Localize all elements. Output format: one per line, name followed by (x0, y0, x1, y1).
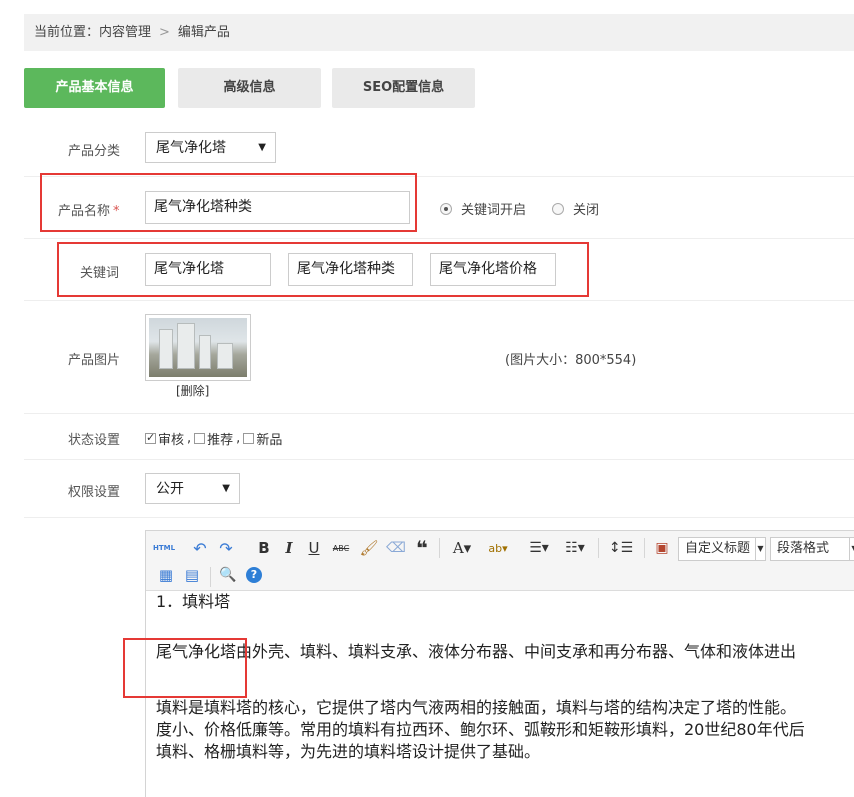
permission-select-value: 公开 (156, 481, 184, 497)
chevron-down-icon: ▼ (258, 142, 266, 153)
bold-button[interactable]: B (254, 537, 274, 559)
undo-icon[interactable]: ↶ (190, 537, 210, 559)
media-icon[interactable]: ▤ (181, 564, 203, 586)
checkbox-audit[interactable] (145, 431, 156, 444)
breadcrumb-page: 编辑产品 (177, 25, 230, 40)
row-divider (24, 413, 854, 414)
eraser-icon[interactable]: ⌫ (385, 537, 407, 559)
html-source-button[interactable]: HTML (152, 537, 176, 559)
row-divider (24, 238, 854, 239)
keyword-on-radio[interactable]: 关键词开启 (440, 199, 526, 218)
content-paragraph-1: 尾气净化塔由外壳、填料、填料支承、液体分布器、中间支承和再分布器、气体和液体进出 (156, 642, 797, 661)
required-mark: * (113, 204, 120, 219)
line-height-icon[interactable]: ↕☰ (606, 537, 636, 559)
permission-select[interactable]: 公开 ▼ (145, 473, 240, 504)
strikethrough-button[interactable]: ABC (330, 537, 352, 559)
category-select[interactable]: 尾气净化塔 ▼ (145, 132, 276, 163)
status-options: 审核, 推荐, 新品 (145, 429, 282, 448)
tab-advanced-info[interactable]: 高级信息 (178, 68, 321, 108)
highlight-box-content-keyword (123, 638, 247, 698)
underline-button[interactable]: U (304, 537, 324, 559)
image-label: 产品图片 (68, 353, 121, 368)
redo-icon[interactable]: ↷ (216, 537, 236, 559)
checkbox-recommend[interactable] (194, 433, 206, 444)
ordered-list-icon[interactable]: ☰▾ (524, 537, 554, 559)
product-name-input[interactable]: 尾气净化塔种类 (145, 191, 410, 224)
product-image-thumbnail[interactable] (145, 314, 251, 381)
tower-shape (217, 343, 233, 369)
image-size-note: (图片大小：800*554) (505, 353, 637, 368)
highlight-color-icon[interactable]: ab▾ (482, 537, 514, 559)
tower-shape (177, 323, 195, 369)
row-divider (24, 517, 854, 518)
editor-toolbar: HTML ↶ ↷ B I U ABC 🖌 ⌫ ❝ A▾ ab▾ ☰▾ ☷▾ ↕☰… (146, 531, 854, 591)
rich-text-editor: HTML ↶ ↷ B I U ABC 🖌 ⌫ ❝ A▾ ab▾ ☰▾ ☷▾ ↕☰… (145, 530, 854, 797)
breadcrumb-separator: > (159, 25, 170, 40)
checkbox-recommend-label: 推荐 (207, 433, 234, 448)
chevron-down-icon: ▼ (755, 538, 765, 560)
status-label: 状态设置 (68, 433, 121, 448)
custom-heading-label: 自定义标题 (685, 541, 751, 556)
keywords-label: 关键词 (80, 266, 120, 281)
row-divider (24, 300, 854, 301)
separator: , (187, 431, 192, 446)
format-painter-icon[interactable]: 🖌 (358, 537, 380, 559)
checkbox-new[interactable] (243, 433, 255, 444)
chevron-down-icon: ▼ (849, 538, 854, 560)
toolbar-divider (598, 538, 599, 558)
radio-unselected-icon (552, 202, 564, 215)
product-image (149, 318, 247, 377)
tab-seo-config[interactable]: SEO配置信息 (332, 68, 475, 108)
keyword-input-1[interactable]: 尾气净化塔 (145, 253, 271, 286)
paragraph-format-select[interactable]: 段落格式 ▼ (770, 537, 854, 561)
keyword-off-radio[interactable]: 关闭 (552, 199, 599, 218)
row-divider (24, 459, 854, 460)
category-select-value: 尾气净化塔 (156, 140, 226, 156)
content-paragraph-2-line-1: 填料是填料塔的核心，它提供了塔内气液两相的接触面，填料与塔的结构决定了塔的性能。 (156, 698, 797, 717)
toolbar-divider (439, 538, 440, 558)
checkbox-new-label: 新品 (256, 433, 283, 448)
table-icon[interactable]: ▦ (156, 564, 176, 586)
italic-button[interactable]: I (279, 537, 299, 559)
tab-basic-info[interactable]: 产品基本信息 (24, 68, 165, 108)
radio-selected-icon (440, 202, 452, 215)
checkbox-audit-label: 审核 (158, 433, 185, 448)
toolbar-divider (644, 538, 645, 558)
preview-search-icon[interactable]: 🔍 (218, 564, 238, 586)
tower-shape (199, 335, 211, 369)
font-color-icon[interactable]: A▾ (448, 537, 476, 559)
unordered-list-icon[interactable]: ☷▾ (560, 537, 590, 559)
keyword-off-label: 关闭 (573, 203, 600, 218)
paragraph-format-label: 段落格式 (777, 541, 830, 556)
content-heading: 1．填料塔 (156, 592, 231, 611)
keyword-input-2[interactable]: 尾气净化塔种类 (288, 253, 413, 286)
chevron-down-icon: ▼ (222, 483, 230, 494)
blockquote-icon[interactable]: ❝ (411, 536, 433, 560)
image-insert-icon[interactable]: ▣ (651, 537, 673, 559)
permission-label: 权限设置 (68, 485, 121, 500)
name-label-text: 产品名称 (58, 204, 111, 219)
content-paragraph-2-line-3: 填料、格栅填料等，为先进的填料塔设计提供了基础。 (156, 742, 541, 761)
delete-image-link[interactable]: [删除] (176, 382, 209, 399)
content-paragraph-2-line-2: 度小、价格低廉等。常用的填料有拉西环、鲍尔环、弧鞍形和矩鞍形填料，20世纪80年… (156, 720, 805, 739)
name-label: 产品名称 * (58, 200, 120, 219)
breadcrumb: 当前位置：内容管理 > 编辑产品 (24, 14, 854, 51)
editor-content[interactable]: 1．填料塔 尾气净化塔由外壳、填料、填料支承、液体分布器、中间支承和再分布器、气… (156, 592, 854, 763)
breadcrumb-location[interactable]: 当前位置：内容管理 (34, 25, 151, 40)
separator: , (236, 431, 241, 446)
toolbar-divider (210, 567, 211, 587)
keyword-on-label: 关键词开启 (461, 203, 527, 218)
tower-shape (159, 329, 173, 369)
custom-heading-select[interactable]: 自定义标题 ▼ (678, 537, 766, 561)
help-icon[interactable]: ? (244, 564, 264, 586)
category-label: 产品分类 (68, 144, 121, 159)
keyword-input-3[interactable]: 尾气净化塔价格 (430, 253, 556, 286)
